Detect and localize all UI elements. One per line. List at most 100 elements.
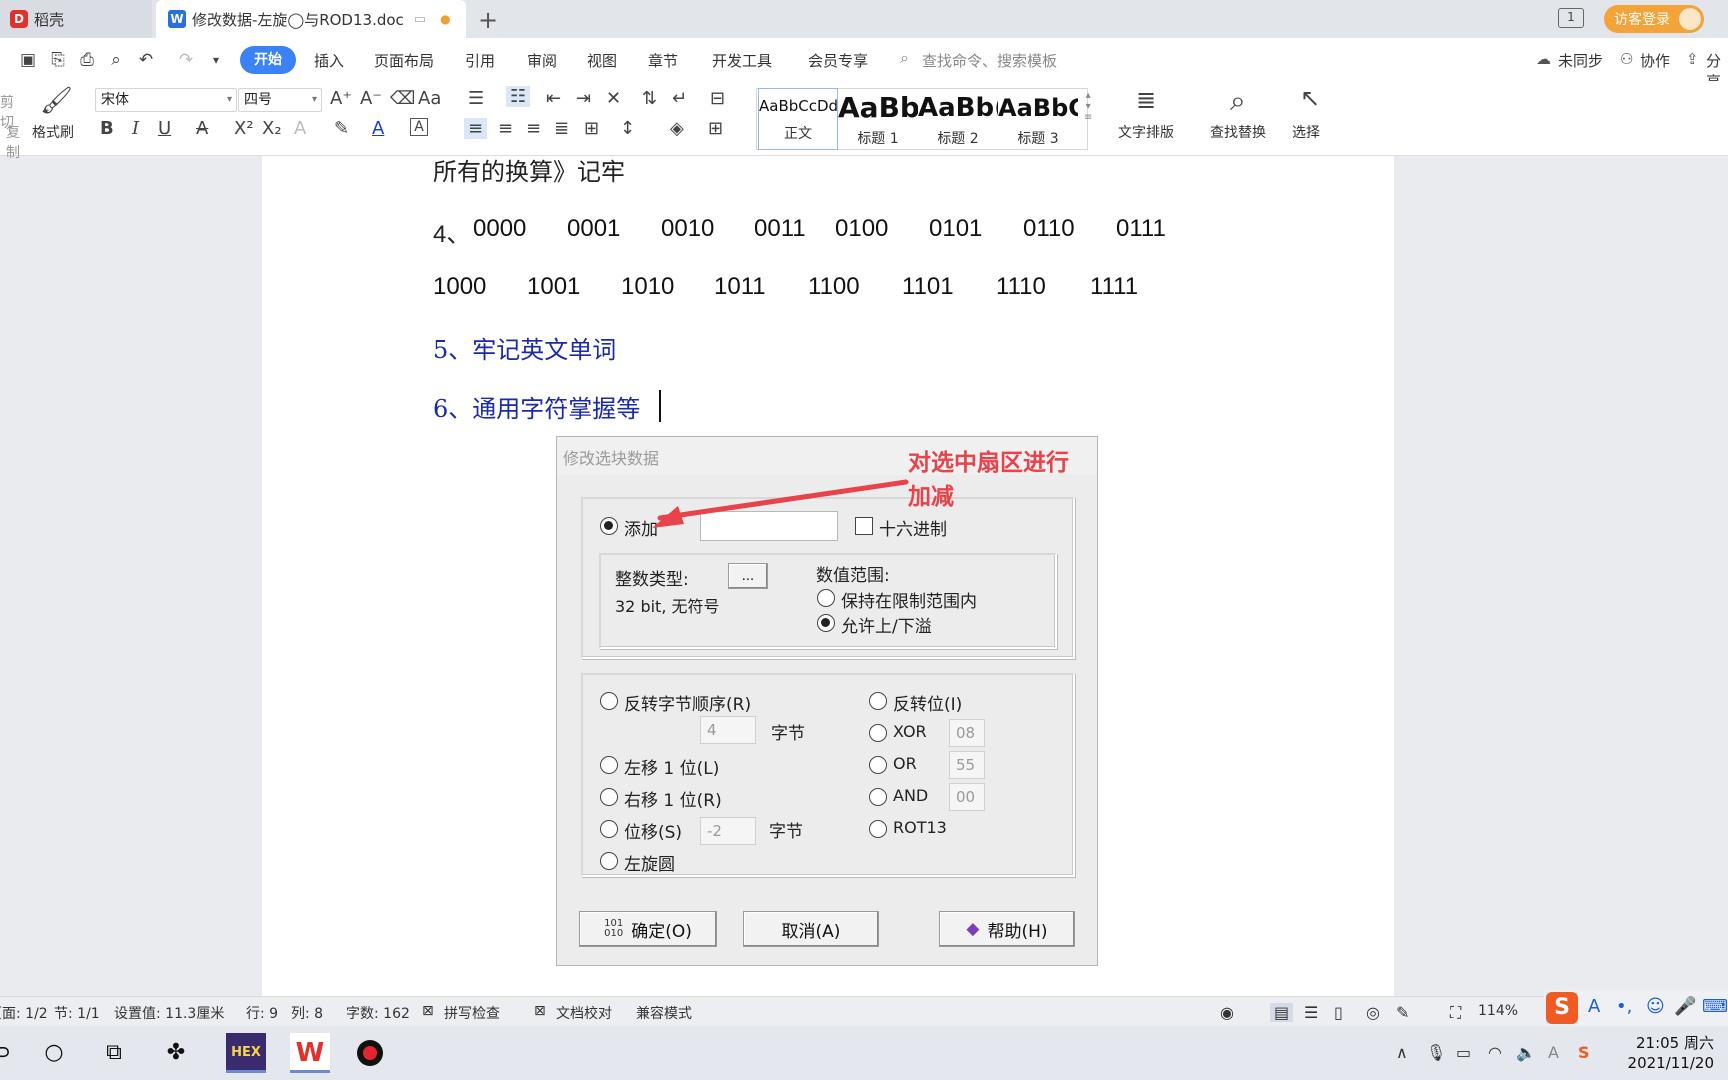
strikethrough-icon[interactable]: A <box>196 118 208 139</box>
justify-icon[interactable]: ≣ <box>554 118 569 139</box>
menu-item-references[interactable]: 引用 <box>465 50 495 71</box>
fit-page-icon[interactable]: ⛶ <box>1450 1003 1461 1023</box>
sogou-tray-icon[interactable]: S <box>1578 1043 1590 1062</box>
quick-access-dropdown-icon[interactable]: ▾ <box>206 50 226 70</box>
ime-emoji-icon[interactable]: ☺ <box>1646 996 1665 1017</box>
word-count[interactable]: 字数: 162 <box>346 1003 410 1023</box>
ime-keyboard-icon[interactable]: ⌨ <box>1702 996 1728 1017</box>
align-center-icon[interactable]: ≡ <box>498 118 513 139</box>
align-left-icon[interactable]: ≡ <box>464 118 488 139</box>
sort-icon[interactable]: ⇅ <box>642 88 657 109</box>
wifi-icon[interactable]: ◠ <box>1488 1043 1502 1062</box>
winhex-app-icon[interactable]: HEX <box>226 1033 266 1073</box>
guest-login-button[interactable]: 访客登录 <box>1604 5 1704 33</box>
menu-item-review[interactable]: 审阅 <box>527 50 557 71</box>
print-preview-icon[interactable]: ⌕ <box>106 50 126 70</box>
spellcheck-button[interactable]: 拼写检查 <box>444 1003 500 1023</box>
char-border-icon[interactable]: A <box>410 118 428 136</box>
line-spacing-icon[interactable]: ↕ <box>620 118 635 139</box>
chinese-layout-icon[interactable]: ✕ <box>606 88 621 109</box>
menu-item-page-layout[interactable]: 页面布局 <box>374 50 434 71</box>
page-view-icon[interactable]: ▤ <box>1270 1003 1294 1022</box>
redo-icon[interactable]: ↷ <box>176 50 196 70</box>
and-value-input[interactable]: 00 <box>949 783 985 811</box>
tray-expand-icon[interactable]: ∧ <box>1396 1043 1408 1062</box>
sogou-ime-icon[interactable]: S <box>1546 992 1578 1024</box>
menu-item-insert[interactable]: 插入 <box>314 50 344 71</box>
subscript-icon[interactable]: X₂ <box>262 118 282 139</box>
highlight-icon[interactable]: ✎ <box>334 118 349 139</box>
copy-button[interactable]: 复制 <box>0 122 20 162</box>
select-button[interactable]: 选择 <box>1292 122 1320 142</box>
show-marks-icon[interactable]: ↵ <box>672 88 687 109</box>
decrease-indent-icon[interactable]: ⇤ <box>546 88 561 109</box>
menu-item-start[interactable]: 开始 <box>240 46 296 74</box>
shading-icon[interactable]: ◈ <box>670 118 684 139</box>
volume-icon[interactable]: 🔈 <box>1516 1043 1536 1062</box>
collaborate-button[interactable]: 协作 <box>1640 50 1670 71</box>
print-icon[interactable]: ⎙ <box>77 50 97 70</box>
web-view-icon[interactable]: ◎ <box>1366 1003 1380 1022</box>
shift-left-radio[interactable] <box>600 756 618 774</box>
new-tab-button[interactable]: + <box>478 6 498 34</box>
shift-radio[interactable] <box>600 820 618 838</box>
bold-icon[interactable]: B <box>100 118 114 139</box>
superscript-icon[interactable]: X² <box>234 118 254 139</box>
sync-status[interactable]: 未同步 <box>1558 50 1603 71</box>
clock-date[interactable]: 2021/11/20 <box>1618 1054 1714 1072</box>
clear-format-icon[interactable]: ⌫ <box>390 88 415 109</box>
text-layout-button[interactable]: 文字排版 <box>1118 122 1174 142</box>
menu-item-member[interactable]: 会员专享 <box>808 50 868 71</box>
style-heading-2[interactable]: AaBb( 标题 2 <box>918 88 998 150</box>
eye-protect-icon[interactable]: ◉ <box>1220 1003 1234 1022</box>
search-circle-icon[interactable]: ○ <box>38 1037 70 1069</box>
proofread-button[interactable]: 文档校对 <box>556 1003 612 1023</box>
and-radio[interactable] <box>869 788 887 806</box>
tab-document[interactable]: W 修改数据-左旋◯与ROD13.doc ▭ ● <box>156 0 466 38</box>
shift-right-radio[interactable] <box>600 788 618 806</box>
invert-bits-radio[interactable] <box>869 692 887 710</box>
cancel-button[interactable]: 取消(A) <box>743 911 879 947</box>
zoom-level[interactable]: 114% <box>1478 1003 1518 1019</box>
reverse-bytes-input[interactable]: 4 <box>700 716 756 744</box>
borders-icon[interactable]: ⊞ <box>708 118 723 139</box>
microphone-icon[interactable]: 🎙 <box>1426 1043 1446 1062</box>
shift-value-input[interactable]: -2 <box>700 817 756 845</box>
range-overflow-radio[interactable] <box>817 614 835 632</box>
fan-app-icon[interactable]: ✤ <box>160 1037 192 1069</box>
font-name-select[interactable]: 宋体 ▾ <box>95 88 237 112</box>
xor-radio[interactable] <box>869 724 887 742</box>
bullet-list-icon[interactable]: ☰ <box>468 88 484 109</box>
command-search-input[interactable]: 查找命令、搜索模板 <box>922 50 1057 71</box>
record-app-icon[interactable] <box>350 1033 390 1073</box>
window-count-icon[interactable]: 1 <box>1558 8 1584 28</box>
distributed-icon[interactable]: ⊞ <box>584 118 599 139</box>
change-case-icon[interactable]: Aa <box>418 88 441 109</box>
ime-indicator-icon[interactable]: A <box>1548 1043 1559 1062</box>
clock-time[interactable]: 21:05 周六 <box>1618 1032 1714 1053</box>
font-size-select[interactable]: 四号 ▾ <box>238 88 322 112</box>
rotate-left-radio[interactable] <box>600 852 618 870</box>
undo-icon[interactable]: ↶ <box>136 50 156 70</box>
save-icon[interactable]: ▣ <box>18 50 38 70</box>
tab-home[interactable]: D 稻壳 <box>0 0 152 38</box>
menu-item-chapter[interactable]: 章节 <box>648 50 678 71</box>
numbered-list-icon[interactable]: ☷ <box>506 86 531 107</box>
write-mode-icon[interactable]: ✎ <box>1396 1003 1409 1022</box>
ime-voice-icon[interactable]: 🎤 <box>1674 996 1696 1017</box>
xor-value-input[interactable]: 08 <box>949 719 985 747</box>
outline-view-icon[interactable]: ☰ <box>1304 1003 1318 1022</box>
style-gallery-scroll-icon[interactable]: ▴ ▾ ≡ <box>1084 90 1092 123</box>
find-replace-button[interactable]: 查找替换 <box>1210 122 1266 142</box>
grow-font-icon[interactable]: A⁺ <box>330 88 352 109</box>
ime-punctuation-icon[interactable]: •, <box>1616 996 1632 1017</box>
ok-button[interactable]: 101 010 确定(O) <box>579 911 717 947</box>
reverse-bytes-radio[interactable] <box>600 692 618 710</box>
italic-icon[interactable]: I <box>132 118 139 139</box>
menu-item-developer[interactable]: 开发工具 <box>712 50 772 71</box>
align-right-icon[interactable]: ≡ <box>526 118 541 139</box>
export-pdf-icon[interactable]: ⎘ <box>48 50 68 70</box>
ime-chinese-mode-icon[interactable]: A <box>1588 996 1600 1017</box>
menu-item-view[interactable]: 视图 <box>587 50 617 71</box>
style-heading-3[interactable]: AaBbC( 标题 3 <box>998 88 1078 150</box>
